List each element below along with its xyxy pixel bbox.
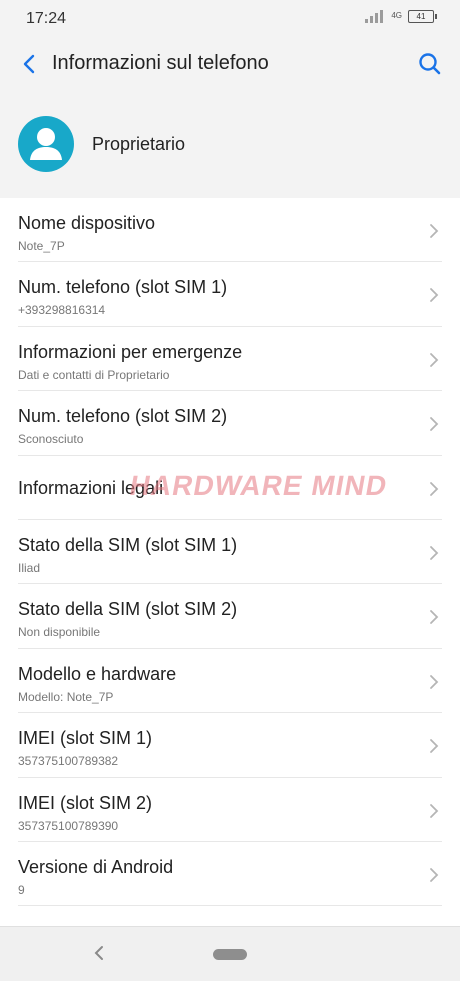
chevron-right-icon xyxy=(430,674,439,689)
item-subtitle: +393298816314 xyxy=(18,303,106,318)
list-item-device-name[interactable]: Nome dispositivo Note_7P xyxy=(0,198,460,263)
chevron-right-icon xyxy=(430,417,439,432)
chevron-right-icon xyxy=(430,481,439,496)
signal-icon xyxy=(365,9,384,23)
item-title: Informazioni per emergenze xyxy=(18,341,243,362)
owner-name: Proprietario xyxy=(92,133,186,154)
search-icon xyxy=(419,53,441,75)
item-subtitle: Iliad xyxy=(18,560,41,575)
network-type: 4G xyxy=(391,11,402,20)
item-subtitle: Modello: Note_7P xyxy=(18,689,114,704)
avatar xyxy=(18,116,74,172)
list-item-model-hardware[interactable]: Modello e hardware Modello: Note_7P xyxy=(0,649,460,714)
item-subtitle: Non disponibile xyxy=(18,625,101,640)
battery-icon: 41 xyxy=(408,9,437,23)
person-icon xyxy=(30,128,62,160)
chevron-right-icon xyxy=(430,546,439,560)
chevron-right-icon xyxy=(430,739,439,754)
app-header: Informazioni sul telefono Proprietario xyxy=(0,38,460,198)
chevron-right-icon xyxy=(430,352,439,367)
chevron-right-icon xyxy=(430,868,439,882)
chevron-right-icon xyxy=(430,288,439,303)
page-title: Informazioni sul telefono xyxy=(52,52,269,74)
item-title: Versione di Android xyxy=(18,856,174,877)
list-item-imei-sim1[interactable]: IMEI (slot SIM 1) 357375100789382 xyxy=(0,713,460,778)
item-subtitle: 9 xyxy=(18,882,25,897)
item-subtitle: Dati e contatti di Proprietario xyxy=(18,367,170,382)
list-item-emergency-info[interactable]: Informazioni per emergenze Dati e contat… xyxy=(0,327,460,392)
item-title: Num. telefono (slot SIM 2) xyxy=(18,406,228,427)
navigation-bar xyxy=(0,926,460,981)
list-item-sim2-status[interactable]: Stato della SIM (slot SIM 2) Non disponi… xyxy=(0,584,460,649)
item-title: Num. telefono (slot SIM 1) xyxy=(18,277,228,298)
chevron-right-icon xyxy=(430,610,439,625)
item-title: Stato della SIM (slot SIM 2) xyxy=(18,599,238,620)
chevron-left-icon xyxy=(23,54,35,74)
search-button[interactable] xyxy=(416,50,444,78)
list-item-android-version[interactable]: Versione di Android 9 xyxy=(0,842,460,907)
divider xyxy=(18,905,442,907)
item-title: Modello e hardware xyxy=(18,663,177,684)
home-button[interactable] xyxy=(213,949,247,960)
item-title: IMEI (slot SIM 1) xyxy=(18,728,153,749)
item-subtitle: 357375100789382 xyxy=(18,754,119,769)
back-button[interactable] xyxy=(18,52,42,76)
item-subtitle: Sconosciuto xyxy=(18,432,84,447)
item-subtitle: Note_7P xyxy=(18,239,65,253)
item-subtitle: 357375100789390 xyxy=(18,818,119,833)
chevron-right-icon xyxy=(430,803,439,818)
owner-profile[interactable]: Proprietario xyxy=(18,116,185,172)
item-title: Stato della SIM (slot SIM 1) xyxy=(18,534,238,555)
list-item-phone-sim2[interactable]: Num. telefono (slot SIM 2) Sconosciuto xyxy=(0,391,460,456)
status-bar: 17:24 4G 41 xyxy=(0,0,460,38)
list-item-phone-sim1[interactable]: Num. telefono (slot SIM 1) +393298816314 xyxy=(0,262,460,327)
nav-back-icon[interactable] xyxy=(92,944,106,962)
chevron-right-icon xyxy=(430,224,439,238)
item-title: Nome dispositivo xyxy=(18,213,156,233)
list-item-sim1-status[interactable]: Stato della SIM (slot SIM 1) Iliad xyxy=(0,520,460,585)
item-title: IMEI (slot SIM 2) xyxy=(18,792,153,813)
watermark: HARDWARE MIND xyxy=(127,470,391,501)
status-time: 17:24 xyxy=(26,10,67,27)
list-item-imei-sim2[interactable]: IMEI (slot SIM 2) 357375100789390 xyxy=(0,778,460,842)
settings-list: Nome dispositivo Note_7P Num. telefono (… xyxy=(0,198,460,907)
status-icons: 4G 41 xyxy=(365,9,437,23)
